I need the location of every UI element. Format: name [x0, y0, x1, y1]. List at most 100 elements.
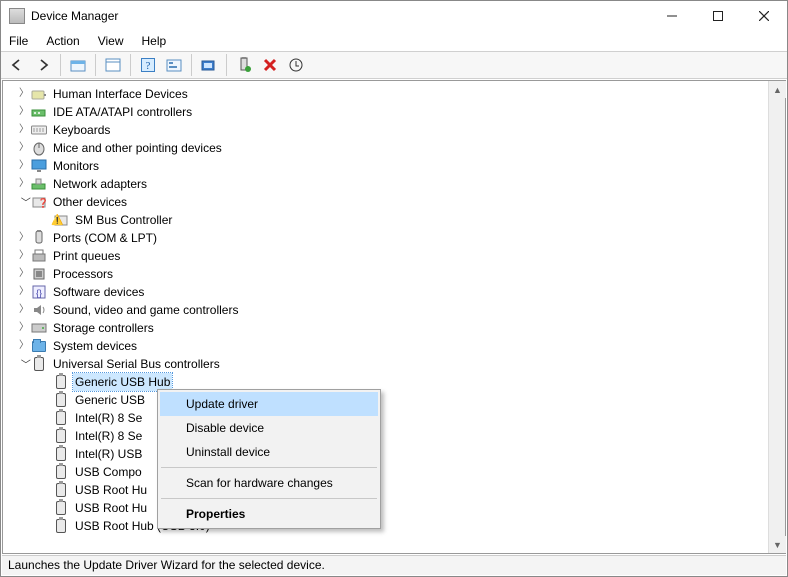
tree-item[interactable]: Generic USB: [11, 391, 768, 409]
tree-label: USB Compo: [73, 463, 144, 481]
show-hidden-icon[interactable]: [66, 53, 90, 77]
tree-category-software[interactable]: 〉 {} Software devices: [11, 283, 768, 301]
cm-uninstall-device[interactable]: Uninstall device: [160, 440, 378, 464]
collapse-icon[interactable]: 〉: [15, 357, 33, 371]
tree-category-ide[interactable]: 〉 IDE ATA/ATAPI controllers: [11, 103, 768, 121]
scroll-down-icon[interactable]: ▼: [769, 536, 786, 553]
network-icon: [31, 176, 47, 192]
cm-properties[interactable]: Properties: [160, 502, 378, 526]
mouse-icon: [31, 140, 47, 156]
tree-category-hid[interactable]: 〉 Human Interface Devices: [11, 85, 768, 103]
maximize-button[interactable]: [695, 1, 741, 31]
usb-device-icon: [53, 464, 69, 480]
expand-icon[interactable]: 〉: [17, 103, 31, 121]
expand-icon[interactable]: 〉: [17, 337, 31, 355]
tree-label: Storage controllers: [51, 319, 156, 337]
tree-item[interactable]: USB Root Hu: [11, 499, 768, 517]
menu-view[interactable]: View: [96, 34, 126, 48]
tree-category-ports[interactable]: 〉 Ports (COM & LPT): [11, 229, 768, 247]
window-controls: [649, 1, 787, 31]
menu-action[interactable]: Action: [44, 34, 81, 48]
tree-item-usb-root-hub-3[interactable]: USB Root Hub (USB 3.0): [11, 517, 768, 535]
help-icon[interactable]: ?: [136, 53, 160, 77]
more-icon[interactable]: [284, 53, 308, 77]
tree-label: Other devices: [51, 193, 129, 211]
tree-category-other[interactable]: 〉 ❓ Other devices: [11, 193, 768, 211]
expand-icon[interactable]: 〉: [17, 283, 31, 301]
usb-device-icon: [53, 392, 69, 408]
cm-scan-hardware[interactable]: Scan for hardware changes: [160, 471, 378, 495]
toolbar-separator: [191, 54, 192, 76]
scroll-up-icon[interactable]: ▲: [769, 81, 786, 98]
system-icon: [31, 338, 47, 354]
tree-item-generic-usb-hub[interactable]: Generic USB Hub: [11, 373, 768, 391]
tree-category-keyboards[interactable]: 〉 Keyboards: [11, 121, 768, 139]
tree-category-mice[interactable]: 〉 Mice and other pointing devices: [11, 139, 768, 157]
update-driver-icon[interactable]: [232, 53, 256, 77]
tree-label: Software devices: [51, 283, 146, 301]
expand-icon[interactable]: 〉: [17, 247, 31, 265]
tree-category-processors[interactable]: 〉 Processors: [11, 265, 768, 283]
cm-separator: [161, 467, 377, 468]
usb-device-icon: [53, 410, 69, 426]
vertical-scrollbar[interactable]: ▲ ▼: [768, 81, 785, 553]
action-icon[interactable]: [162, 53, 186, 77]
other-icon: ❓: [31, 194, 47, 210]
tree-item[interactable]: Intel(R) 8 Se: [11, 409, 768, 427]
tree-item-smbus[interactable]: ⚠️ SM Bus Controller: [11, 211, 768, 229]
expand-icon[interactable]: 〉: [17, 157, 31, 175]
printer-icon: [31, 248, 47, 264]
tree-category-sound[interactable]: 〉 Sound, video and game controllers: [11, 301, 768, 319]
expand-icon[interactable]: 〉: [17, 121, 31, 139]
tree-label: Generic USB: [73, 391, 147, 409]
usb-device-icon: [53, 446, 69, 462]
tree-label: Universal Serial Bus controllers: [51, 355, 222, 373]
expand-icon[interactable]: 〉: [17, 265, 31, 283]
status-text: Launches the Update Driver Wizard for th…: [8, 558, 325, 572]
context-menu: Update driver Disable device Uninstall d…: [157, 389, 381, 529]
menu-help[interactable]: Help: [140, 34, 169, 48]
tree-item[interactable]: Intel(R) USB ft): [11, 445, 768, 463]
tree-category-system[interactable]: 〉 System devices: [11, 337, 768, 355]
cm-update-driver[interactable]: Update driver: [160, 392, 378, 416]
forward-button[interactable]: [31, 53, 55, 77]
tree-label: Monitors: [51, 157, 101, 175]
software-icon: {}: [31, 284, 47, 300]
expand-icon[interactable]: 〉: [17, 85, 31, 103]
expand-icon[interactable]: 〉: [17, 229, 31, 247]
usb-device-icon: [53, 374, 69, 390]
tree-category-print[interactable]: 〉 Print queues: [11, 247, 768, 265]
tree-label: Human Interface Devices: [51, 85, 190, 103]
cm-disable-device[interactable]: Disable device: [160, 416, 378, 440]
expand-icon[interactable]: 〉: [17, 175, 31, 193]
tree-label: Keyboards: [51, 121, 112, 139]
tree-label: USB Root Hu: [73, 499, 149, 517]
scan-hardware-icon[interactable]: [197, 53, 221, 77]
tree-category-storage[interactable]: 〉 Storage controllers: [11, 319, 768, 337]
menu-bar: File Action View Help: [1, 31, 787, 51]
back-button[interactable]: [5, 53, 29, 77]
close-button[interactable]: [741, 1, 787, 31]
toolbar-separator: [226, 54, 227, 76]
tree-category-monitors[interactable]: 〉 Monitors: [11, 157, 768, 175]
tree-category-usb[interactable]: 〉 Universal Serial Bus controllers: [11, 355, 768, 373]
usb-device-icon: [53, 518, 69, 534]
expand-icon[interactable]: 〉: [17, 319, 31, 337]
ide-icon: [31, 104, 47, 120]
device-tree[interactable]: 〉 Human Interface Devices 〉 IDE ATA/ATAP…: [3, 81, 768, 553]
tree-label: Mice and other pointing devices: [51, 139, 224, 157]
expand-icon[interactable]: 〉: [17, 301, 31, 319]
tree-label: Print queues: [51, 247, 122, 265]
tree-label: Intel(R) USB: [73, 445, 144, 463]
properties-icon[interactable]: [101, 53, 125, 77]
minimize-button[interactable]: [649, 1, 695, 31]
menu-file[interactable]: File: [7, 34, 30, 48]
tree-category-network[interactable]: 〉 Network adapters: [11, 175, 768, 193]
toolbar-separator: [130, 54, 131, 76]
uninstall-icon[interactable]: [258, 53, 282, 77]
tree-item[interactable]: Intel(R) 8 Se: [11, 427, 768, 445]
expand-icon[interactable]: 〉: [17, 139, 31, 157]
tree-item[interactable]: USB Compo: [11, 463, 768, 481]
tree-item[interactable]: USB Root Hu: [11, 481, 768, 499]
tree-label: USB Root Hu: [73, 481, 149, 499]
